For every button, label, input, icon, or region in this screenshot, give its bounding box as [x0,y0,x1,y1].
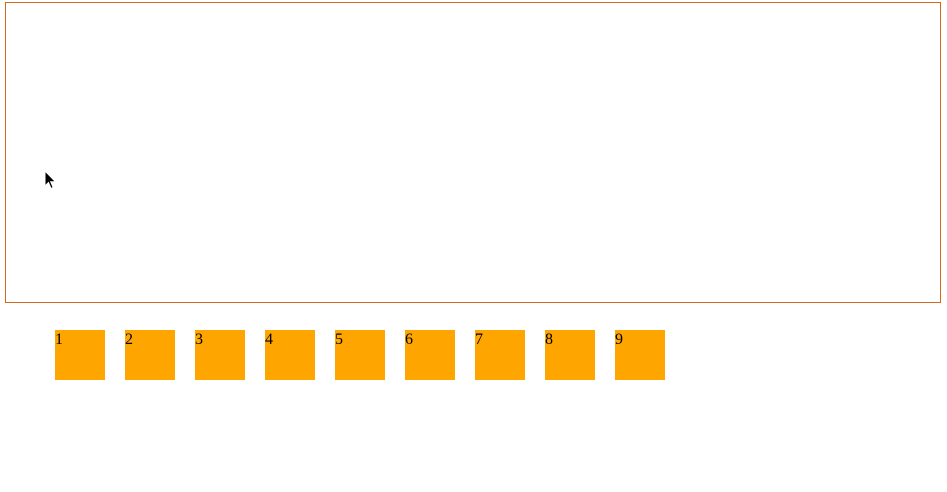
draggable-tile-3[interactable]: 3 [195,330,245,380]
tile-row: 1 2 3 4 5 6 7 8 9 [55,330,665,380]
drop-zone[interactable] [5,2,941,303]
page: 1 2 3 4 5 6 7 8 9 [0,0,947,492]
draggable-tile-1[interactable]: 1 [55,330,105,380]
tile-label: 8 [545,331,553,348]
tile-label: 4 [265,331,273,348]
tile-label: 3 [195,331,203,348]
draggable-tile-4[interactable]: 4 [265,330,315,380]
draggable-tile-8[interactable]: 8 [545,330,595,380]
draggable-tile-6[interactable]: 6 [405,330,455,380]
tile-label: 9 [615,331,623,348]
tile-label: 2 [125,331,133,348]
draggable-tile-7[interactable]: 7 [475,330,525,380]
tile-label: 5 [335,331,343,348]
draggable-tile-2[interactable]: 2 [125,330,175,380]
tile-label: 6 [405,331,413,348]
tile-label: 1 [55,331,63,348]
draggable-tile-9[interactable]: 9 [615,330,665,380]
tile-label: 7 [475,331,483,348]
mouse-pointer-icon [44,170,57,190]
draggable-tile-5[interactable]: 5 [335,330,385,380]
